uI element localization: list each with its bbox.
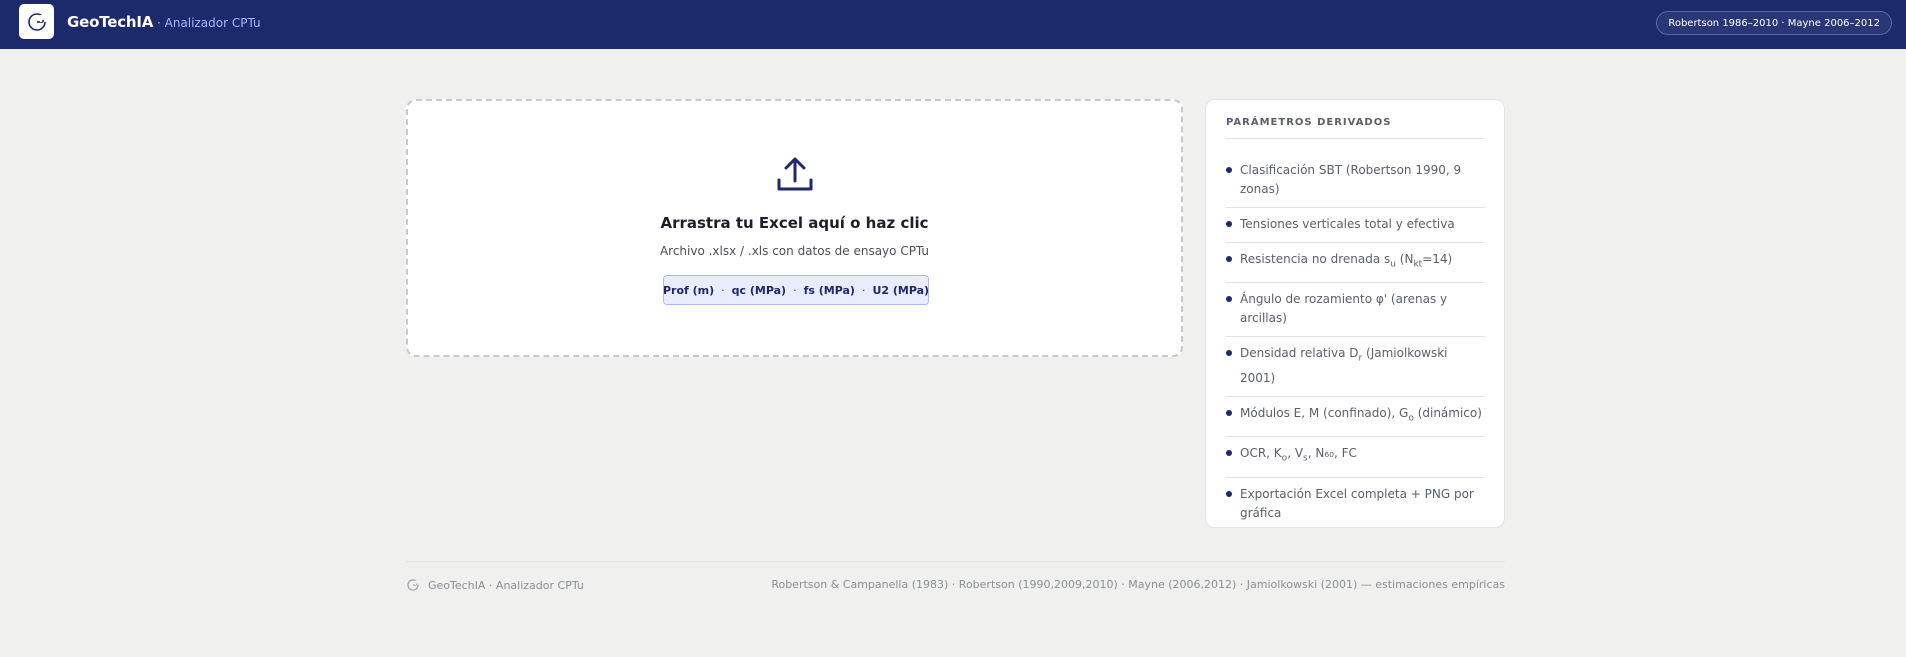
list-item: Módulos E, M (confinado), Go (dinámico) [1226,397,1485,438]
list-item-label: Clasificación SBT (Robertson 1990, 9 zon… [1240,163,1462,196]
column-fs: fs (MPa) [803,283,855,297]
list-item: OCR, Ko, Vs, N₆₀, FC [1226,437,1485,478]
list-item-label: Módulos E, M (confinado), Go (dinámico) [1240,405,1482,424]
divider [1226,138,1485,139]
separator: · [861,283,866,297]
panel-title: PARÁMETROS DERIVADOS [1226,117,1392,128]
list-item-label: Densidad relativa Dr (Jamiolkowski 2001) [1240,346,1448,385]
list-item: Clasificación SBT (Robertson 1990, 9 zon… [1226,154,1485,208]
list-item: Ángulo de rozamiento φ' (arenas y arcill… [1226,283,1485,338]
footer-brand: GeoTechIA · Analizador CPTu [406,578,584,592]
footer-logo-icon [407,579,419,591]
app-logo[interactable] [19,4,54,39]
dropzone-subtitle: Archivo .xlsx / .xls con datos de ensayo… [659,244,930,258]
footer-references: Robertson & Campanella (1983) · Robertso… [771,578,1505,591]
logo-g-icon [27,12,46,31]
separator: · [793,283,797,297]
brand-name: GeoTechIA [67,13,154,31]
list-item: Densidad relativa Dr (Jamiolkowski 2001) [1226,337,1485,397]
column-qc: qc (MPa) [731,283,787,297]
upload-icon [777,157,813,191]
list-item-label: Resistencia no drenada su (Nkt=14) [1240,252,1453,270]
list-item-label: Exportación Excel completa + PNG por grá… [1240,486,1474,520]
list-item: Tensiones verticales total y efectiva [1226,208,1485,243]
bullet-icon [1226,350,1232,357]
bullet-icon [1226,256,1232,262]
column-u2: U2 (MPa) [872,283,930,297]
brand-subtitle: · Analizador CPTu [157,16,261,30]
excel-dropzone[interactable]: Arrastra tu Excel aquí o haz clic Archiv… [406,99,1183,357]
bullet-icon [1226,490,1232,497]
list-item-label: OCR, Ko, Vs, N₆₀, FC [1240,446,1357,464]
bullet-icon [1226,450,1232,457]
derived-parameters-panel: PARÁMETROS DERIVADOS Clasificación SBT (… [1205,99,1505,528]
bullet-icon [1226,221,1232,227]
list-item-label: Tensiones verticales total y efectiva [1240,217,1455,231]
footer-brand-text: GeoTechIA · Analizador CPTu [428,578,584,592]
top-navbar: GeoTechIA · Analizador CPTu Robertson 19… [0,0,1906,49]
list-item: Exportación Excel completa + PNG por grá… [1226,478,1485,531]
column-depth: Prof (m) [662,283,715,297]
separator: · [721,283,725,297]
footer-divider [406,561,1505,562]
bullet-icon [1226,409,1232,416]
dropzone-title: Arrastra tu Excel aquí o haz clic [660,214,929,232]
list-item-label: Ángulo de rozamiento φ' (arenas y arcill… [1240,292,1448,326]
required-columns-badge: Prof (m) · qc (MPa) · fs (MPa) · U2 (MPa… [663,275,929,305]
references-badge: Robertson 1986–2010 · Mayne 2006–2012 [1656,11,1892,35]
list-item: Resistencia no drenada su (Nkt=14) [1226,243,1485,284]
bullet-icon [1226,296,1232,303]
parameter-list: Clasificación SBT (Robertson 1990, 9 zon… [1226,154,1485,531]
bullet-icon [1226,167,1232,173]
